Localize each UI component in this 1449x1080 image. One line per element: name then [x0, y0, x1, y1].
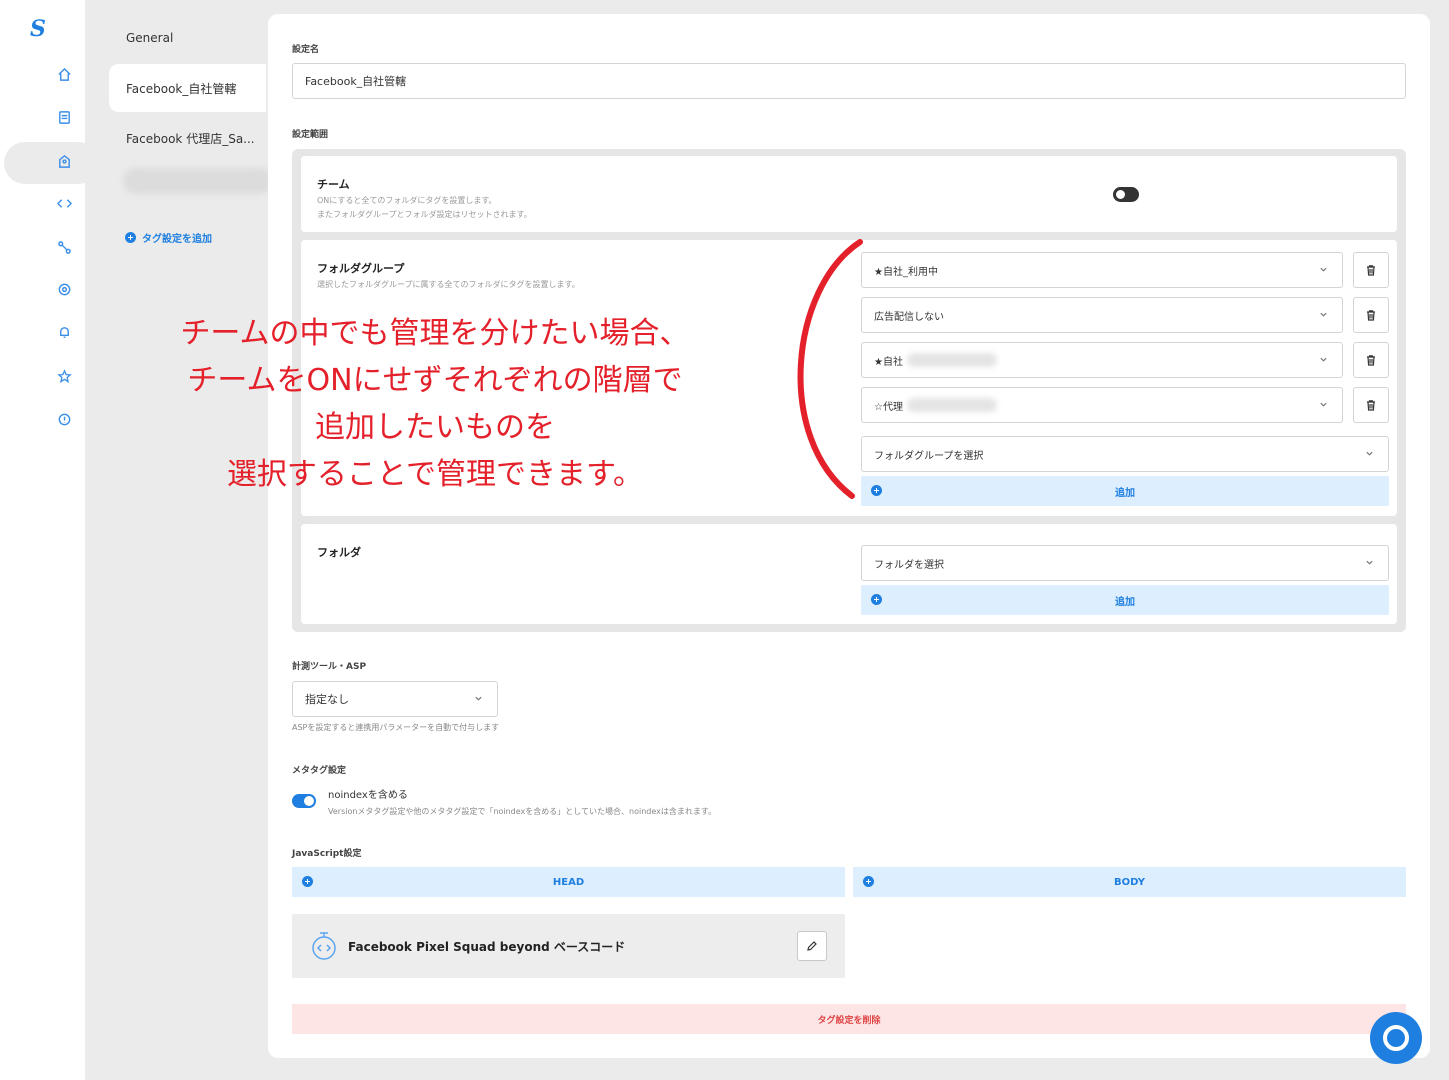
- asp-note: ASPを設定すると連携用パラメーターを自動で付与します: [292, 723, 500, 732]
- home-icon[interactable]: [55, 65, 73, 83]
- chevron-down-icon: [1320, 357, 1327, 362]
- annotation-line-1: チームの中でも管理を分けたい場合、: [180, 316, 690, 351]
- noindex-toggle[interactable]: [292, 794, 316, 808]
- redacted-text: [906, 398, 997, 412]
- app-logo[interactable]: S: [30, 16, 54, 42]
- add-folder-group-button[interactable]: 追加: [861, 476, 1389, 506]
- add-tag-setting-button[interactable]: タグ設定を追加: [125, 230, 212, 245]
- chevron-down-icon: [1320, 402, 1327, 407]
- list-item-facebook-agency[interactable]: Facebook 代理店_Sa...: [109, 114, 266, 162]
- tag-setting-form: 設定名 Facebook_自社管轄 設定範囲 チーム ONにすると全てのフォルダ…: [268, 14, 1430, 1058]
- team-card: チーム ONにすると全てのフォルダにタグを設置します。 またフォルダグループとフ…: [301, 156, 1397, 232]
- head-script-title: Facebook Pixel Squad beyond ベースコード: [348, 940, 626, 954]
- folder-group-select-2-value: 広告配信しない: [874, 311, 944, 323]
- delete-folder-group-1-button[interactable]: [1353, 252, 1389, 288]
- trash-icon: [1367, 355, 1375, 366]
- plus-circle-icon: [125, 232, 136, 243]
- annotation-line-3: 追加したいものを: [315, 410, 555, 445]
- folder-title: フォルダ: [317, 546, 361, 559]
- chevron-down-icon: [1320, 312, 1327, 317]
- body-label: BODY: [1114, 876, 1145, 888]
- folder-group-select-4[interactable]: ☆代理: [861, 387, 1343, 423]
- noindex-note: Versionメタタグ設定や他のメタタグ設定で「noindexを含める」としてい…: [328, 807, 717, 816]
- chevron-down-icon: [1366, 451, 1373, 456]
- javascript-label: JavaScript設定: [292, 849, 362, 859]
- folder-group-select-1[interactable]: ★自社_利用中: [861, 252, 1343, 288]
- team-desc-line-1: ONにすると全てのフォルダにタグを設置します。: [317, 196, 497, 205]
- folder-group-select-3[interactable]: ★自社: [861, 342, 1343, 378]
- code-tag-icon: [312, 932, 336, 960]
- folder-card: フォルダ フォルダを選択 追加: [301, 524, 1397, 624]
- plus-circle-icon: [871, 594, 882, 605]
- folder-group-select-2[interactable]: 広告配信しない: [861, 297, 1343, 333]
- icon-rail: S: [0, 0, 99, 1080]
- tag-icon[interactable]: [55, 152, 73, 170]
- pencil-icon: [807, 941, 817, 951]
- annotation-line-4: 選択することで管理できます。: [226, 457, 644, 492]
- gear-icon[interactable]: [55, 280, 73, 298]
- document-icon[interactable]: [55, 108, 73, 126]
- redacted-text: [906, 353, 997, 367]
- plus-circle-icon: [871, 485, 882, 496]
- team-toggle[interactable]: [1113, 187, 1139, 202]
- trash-icon: [1367, 400, 1375, 411]
- plus-circle-icon: [863, 876, 874, 887]
- head-script-card: Facebook Pixel Squad beyond ベースコード: [292, 914, 845, 978]
- add-folder-group-label: 追加: [1115, 487, 1135, 499]
- tag-settings-list: General Facebook_自社管轄 Facebook 代理店_Sa...…: [85, 0, 273, 1080]
- flow-icon[interactable]: [55, 238, 73, 256]
- folder-group-desc: 選択したフォルダグループに属する全てのフォルダにタグを設置します。: [317, 280, 580, 289]
- chevron-down-icon: [1320, 267, 1327, 272]
- delete-folder-group-4-button[interactable]: [1353, 387, 1389, 423]
- edit-script-button[interactable]: [797, 931, 827, 961]
- add-folder-label: 追加: [1115, 596, 1135, 608]
- annotation-bracket: [797, 239, 863, 499]
- folder-select[interactable]: フォルダを選択: [861, 545, 1389, 581]
- chat-support-button[interactable]: [1370, 1012, 1422, 1064]
- add-body-script-button[interactable]: BODY: [853, 867, 1406, 897]
- chevron-down-icon: [475, 696, 482, 701]
- team-title: チーム: [317, 178, 350, 191]
- star-icon[interactable]: [55, 367, 73, 385]
- add-folder-button[interactable]: 追加: [861, 585, 1389, 615]
- add-head-script-button[interactable]: HEAD: [292, 867, 845, 897]
- asp-select[interactable]: 指定なし: [292, 681, 498, 717]
- team-desc-line-2: またフォルダグループとフォルダ設定はリセットされます。: [317, 210, 532, 219]
- add-tag-setting-label: タグ設定を追加: [142, 234, 212, 245]
- folder-group-select-3-value: ★自社: [874, 356, 903, 368]
- annotation-text: チームの中でも管理を分けたい場合、 チームをONにせずそれぞれの階層で 追加した…: [120, 310, 750, 498]
- asp-select-value: 指定なし: [305, 693, 349, 706]
- delete-folder-group-2-button[interactable]: [1353, 297, 1389, 333]
- chevron-down-icon: [1366, 560, 1373, 565]
- trash-icon: [1367, 310, 1375, 321]
- noindex-title: noindexを含める: [328, 790, 408, 801]
- plus-circle-icon: [302, 876, 313, 887]
- blurred-list-item[interactable]: [123, 168, 273, 194]
- meta-label: メタタグ設定: [292, 766, 347, 776]
- trash-icon: [1367, 265, 1375, 276]
- folder-group-empty-select-placeholder: フォルダグループを選択: [874, 450, 984, 462]
- folder-group-select-4-value: ☆代理: [874, 401, 903, 413]
- folder-group-select-1-value: ★自社_利用中: [874, 266, 938, 278]
- folder-group-empty-select[interactable]: フォルダグループを選択: [861, 436, 1389, 472]
- folder-select-placeholder: フォルダを選択: [874, 559, 944, 571]
- folder-group-title: フォルダグループ: [317, 262, 405, 275]
- code-icon[interactable]: [55, 194, 73, 212]
- annotation-line-2: チームをONにせずそれぞれの階層で: [187, 363, 683, 398]
- head-label: HEAD: [552, 876, 585, 888]
- setting-range-label: 設定範囲: [292, 130, 329, 140]
- delete-tag-setting-button[interactable]: タグ設定を削除: [292, 1004, 1406, 1034]
- list-item-facebook-own[interactable]: Facebook_自社管轄: [109, 64, 266, 112]
- asp-label: 計測ツール・ASP: [292, 662, 367, 672]
- bell-icon[interactable]: [55, 323, 73, 341]
- setting-name-input[interactable]: Facebook_自社管轄: [292, 63, 1406, 99]
- list-item-general[interactable]: General: [109, 14, 266, 62]
- setting-name-label: 設定名: [292, 45, 320, 55]
- help-icon[interactable]: [55, 410, 73, 428]
- delete-folder-group-3-button[interactable]: [1353, 342, 1389, 378]
